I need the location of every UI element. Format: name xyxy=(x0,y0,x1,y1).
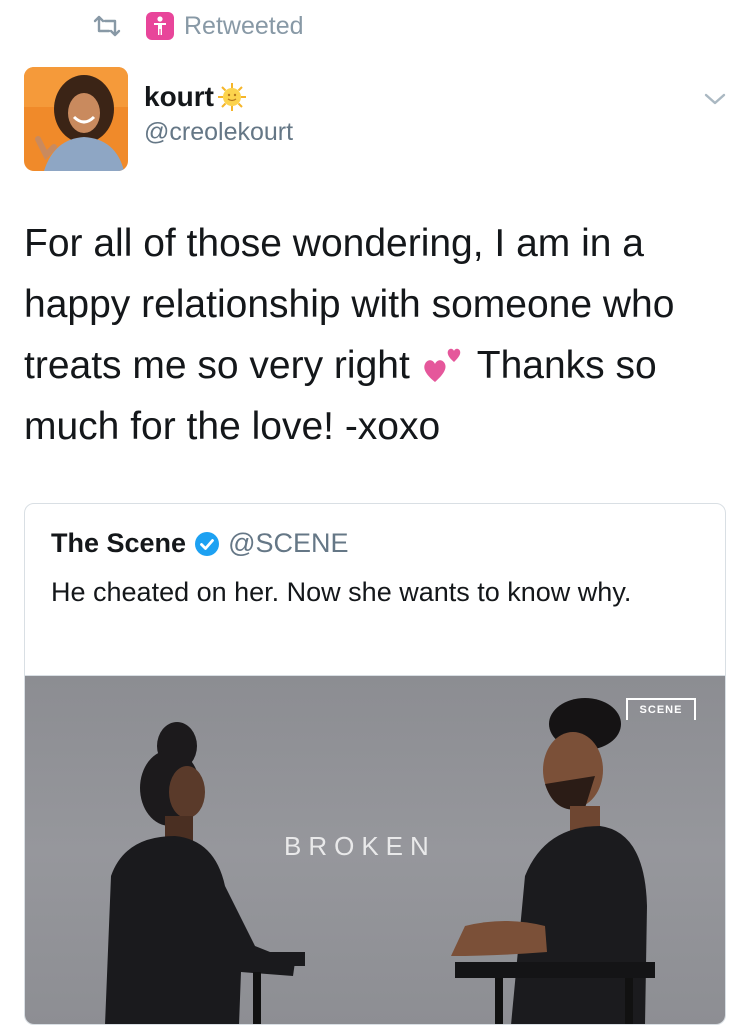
retweeted-label: Retweeted xyxy=(184,11,304,40)
scene-logo: SCENE xyxy=(626,698,696,720)
sun-emoji-icon xyxy=(218,83,246,111)
author-name-text: kourt xyxy=(144,81,214,112)
quoted-tweet-header: The Scene @SCENE xyxy=(51,528,349,559)
author-handle[interactable]: @creolekourt xyxy=(144,118,293,147)
chevron-down-icon[interactable] xyxy=(703,90,727,108)
tweet-text: For all of those wondering, I am in a ha… xyxy=(24,213,724,457)
author-name[interactable]: kourt xyxy=(144,81,247,113)
retweet-icon xyxy=(93,15,121,37)
verified-badge-icon xyxy=(195,531,220,556)
quoted-tweet-text: He cheated on her. Now she wants to know… xyxy=(51,577,632,607)
person-badge-icon xyxy=(146,12,174,40)
retweet-context: Retweeted xyxy=(92,10,304,42)
quoted-tweet-media[interactable]: SCENE BROKEN xyxy=(25,675,725,1024)
two-hearts-emoji-icon xyxy=(423,348,460,382)
avatar[interactable] xyxy=(24,67,128,171)
quoted-author-name: The Scene xyxy=(51,528,187,558)
quoted-tweet-card[interactable]: The Scene @SCENE He cheated on her. Now … xyxy=(24,503,726,1025)
media-title: BROKEN xyxy=(284,831,436,861)
quoted-author-handle: @SCENE xyxy=(228,528,349,558)
